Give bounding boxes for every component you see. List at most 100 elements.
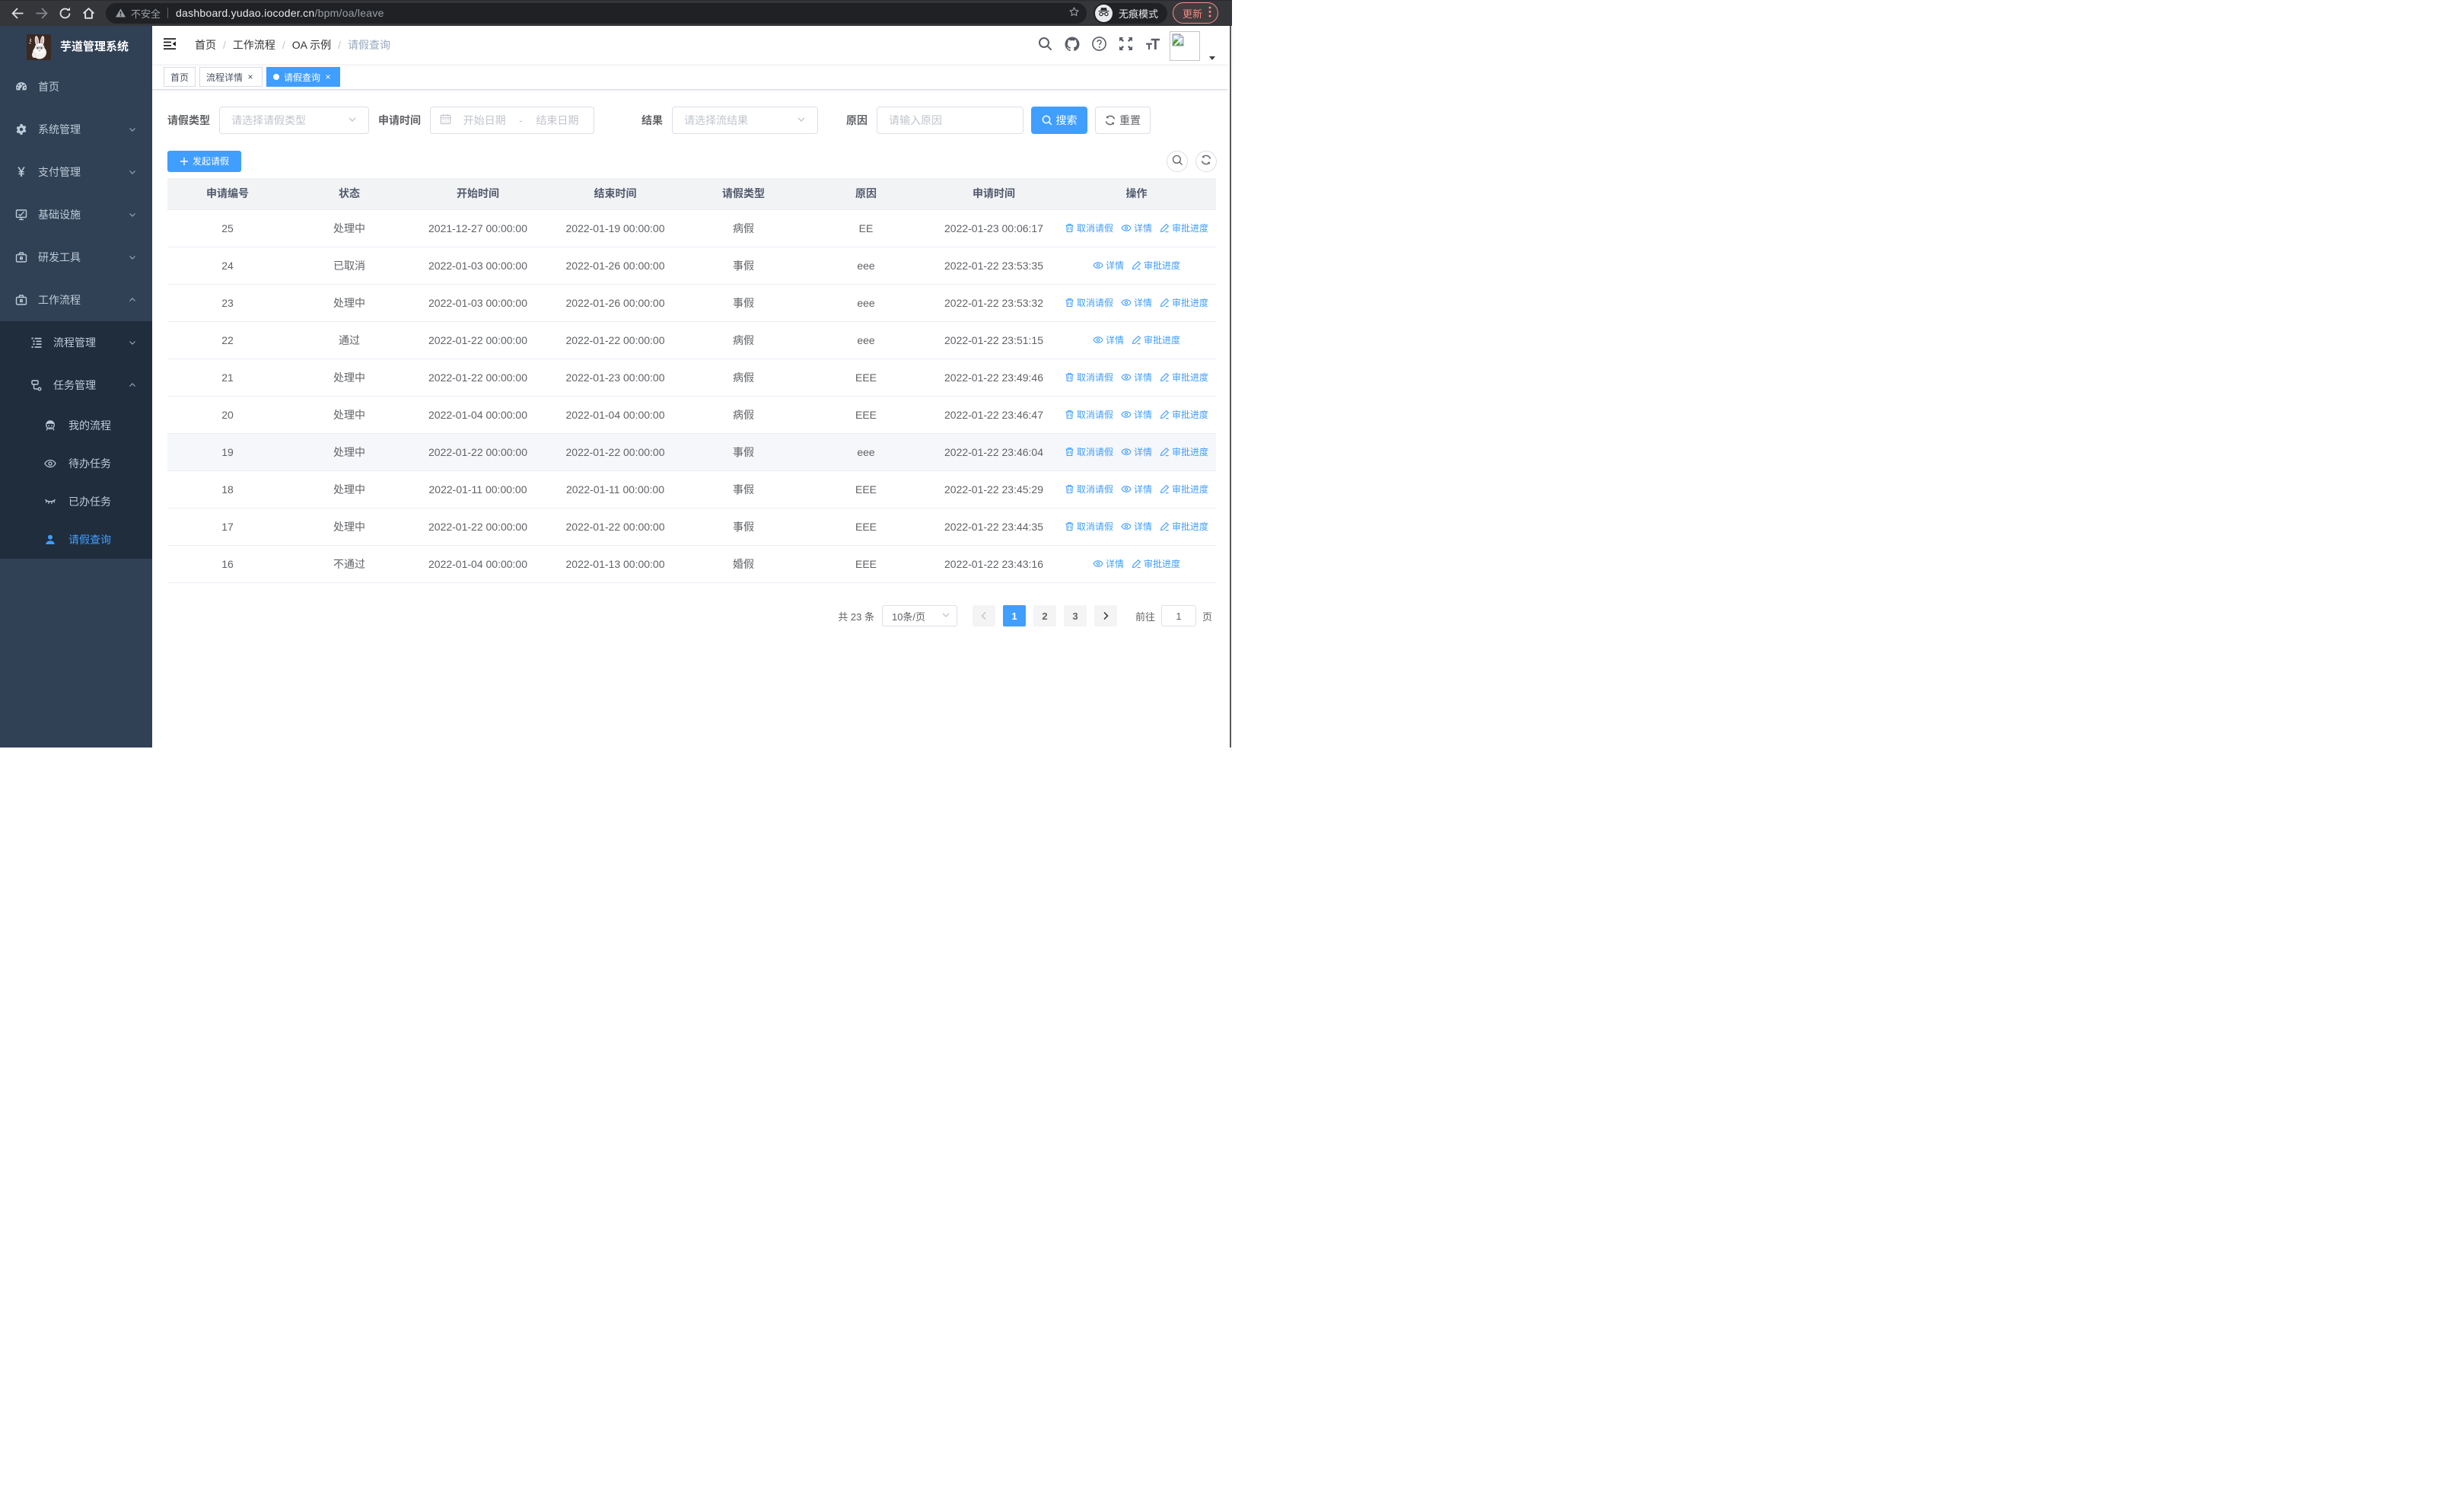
detail-link[interactable]: 详情: [1093, 557, 1124, 570]
reason-input[interactable]: 请输入原因: [877, 107, 1023, 134]
page-number-3[interactable]: 3: [1063, 605, 1087, 626]
cell-end-time: 2022-01-26 00:00:00: [545, 284, 686, 322]
approval-progress-link[interactable]: 审批进度: [1132, 333, 1180, 346]
page-number-2[interactable]: 2: [1033, 605, 1056, 626]
sidebar-item-基础设施[interactable]: 基础设施: [0, 193, 152, 236]
sidebar-item-支付管理[interactable]: 支付管理: [0, 151, 152, 193]
table-row[interactable]: 19 处理中 2022-01-22 00:00:00 2022-01-22 00:00…: [167, 433, 1216, 471]
browser-menu-icon[interactable]: [1208, 6, 1211, 20]
table-row[interactable]: 21 处理中 2022-01-22 00:00:00 2022-01-23 00:00…: [167, 359, 1216, 397]
date-start-input[interactable]: 开始日期: [456, 113, 513, 128]
date-end-input[interactable]: 结束日期: [529, 113, 586, 128]
table-row[interactable]: 20 处理中 2022-01-04 00:00:00 2022-01-04 00:00…: [167, 396, 1216, 434]
close-icon[interactable]: ×: [245, 71, 256, 83]
address-bar[interactable]: 不安全 dashboard.yudao.iocoder.cn/bpm/oa/le…: [106, 2, 1087, 24]
approval-progress-link[interactable]: 审批进度: [1160, 483, 1208, 496]
breadcrumb-item-工作流程[interactable]: 工作流程: [233, 37, 275, 53]
browser-update-button[interactable]: 更新: [1173, 2, 1219, 24]
cancel-leave-link[interactable]: 取消请假: [1065, 371, 1113, 384]
avatar[interactable]: [1170, 30, 1200, 61]
browser-reload-button[interactable]: [53, 2, 77, 24]
sidebar-item-请假查询[interactable]: 请假查询: [0, 521, 152, 559]
cancel-leave-link[interactable]: 取消请假: [1065, 296, 1113, 309]
navbar-tool-search-icon[interactable]: [1032, 26, 1059, 64]
security-indicator[interactable]: 不安全: [116, 6, 161, 21]
approval-progress-link[interactable]: 审批进度: [1132, 259, 1180, 272]
apply-time-label: 申请时间: [378, 113, 421, 128]
eye-icon: [1121, 372, 1134, 382]
tag-请假查询[interactable]: 请假查询 ×: [266, 67, 341, 87]
navbar-tool-fullscreen-icon[interactable]: [1113, 26, 1139, 64]
detail-link[interactable]: 详情: [1093, 259, 1124, 272]
sidebar-logo[interactable]: 芋道管理系统: [0, 27, 152, 65]
page-size-select[interactable]: 10条/页: [881, 605, 957, 626]
breadcrumb-item-首页[interactable]: 首页: [195, 37, 216, 53]
detail-link[interactable]: 详情: [1121, 296, 1152, 309]
table-row[interactable]: 17 处理中 2022-01-22 00:00:00 2022-01-22 00:00…: [167, 508, 1216, 546]
approval-progress-link[interactable]: 审批进度: [1132, 557, 1180, 570]
prev-page-button[interactable]: [972, 605, 995, 626]
cancel-leave-link[interactable]: 取消请假: [1065, 222, 1113, 234]
sidebar-item-任务管理[interactable]: 任务管理: [0, 364, 152, 406]
page-number-1[interactable]: 1: [1002, 605, 1026, 626]
cell-start-time: 2022-01-04 00:00:00: [411, 545, 545, 583]
jump-prefix-label: 前往: [1135, 610, 1155, 623]
leave-type-select[interactable]: 请选择请假类型: [219, 107, 369, 134]
apply-time-range-picker[interactable]: 开始日期 - 结束日期: [430, 107, 594, 134]
detail-link[interactable]: 详情: [1121, 445, 1152, 458]
navbar-tool-font-size-icon[interactable]: [1139, 26, 1167, 64]
breadcrumb-item-OA 示例[interactable]: OA 示例: [292, 37, 331, 53]
approval-progress-link[interactable]: 审批进度: [1160, 408, 1208, 421]
sidebar-item-研发工具[interactable]: 研发工具: [0, 236, 152, 279]
navbar-tool-github-icon[interactable]: [1059, 26, 1086, 64]
detail-link[interactable]: 详情: [1121, 371, 1152, 384]
table-row[interactable]: 22 通过 2022-01-22 00:00:00 2022-01-22 00:00:…: [167, 321, 1216, 359]
reset-button[interactable]: 重置: [1095, 107, 1151, 134]
result-select[interactable]: 请选择流结果: [672, 107, 818, 134]
sidebar-item-待办任务[interactable]: 待办任务: [0, 445, 152, 483]
detail-link[interactable]: 详情: [1121, 408, 1152, 421]
search-button[interactable]: 搜索: [1031, 107, 1087, 134]
detail-link[interactable]: 详情: [1121, 222, 1152, 234]
table-row[interactable]: 16 不通过 2022-01-04 00:00:00 2022-01-13 00:00…: [167, 545, 1216, 583]
table-row[interactable]: 24 已取消 2022-01-03 00:00:00 2022-01-26 00:00…: [167, 247, 1216, 285]
cancel-leave-link[interactable]: 取消请假: [1065, 520, 1113, 533]
tag-流程详情[interactable]: 流程详情 ×: [199, 67, 263, 87]
bookmark-star-icon[interactable]: [1069, 7, 1079, 19]
navbar-tool-question-icon[interactable]: [1086, 26, 1113, 64]
approval-progress-link[interactable]: 审批进度: [1160, 296, 1208, 309]
create-leave-button[interactable]: 发起请假: [167, 150, 241, 172]
approval-progress-link[interactable]: 审批进度: [1160, 445, 1208, 458]
cancel-leave-link[interactable]: 取消请假: [1065, 408, 1113, 421]
user-avatar-menu[interactable]: [1170, 30, 1215, 61]
table-row[interactable]: 25 处理中 2021-12-27 00:00:00 2022-01-19 00:00…: [167, 209, 1216, 247]
detail-link[interactable]: 详情: [1121, 520, 1152, 533]
cancel-leave-link[interactable]: 取消请假: [1065, 445, 1113, 458]
table-row[interactable]: 23 处理中 2022-01-03 00:00:00 2022-01-26 00:00…: [167, 284, 1216, 322]
browser-forward-button[interactable]: [30, 2, 53, 24]
sidebar-item-已办任务[interactable]: 已办任务: [0, 483, 152, 521]
approval-progress-link[interactable]: 审批进度: [1160, 222, 1208, 234]
cancel-leave-link[interactable]: 取消请假: [1065, 483, 1113, 496]
sidebar-item-系统管理[interactable]: 系统管理: [0, 108, 152, 151]
browser-back-button[interactable]: [6, 2, 30, 24]
close-icon[interactable]: ×: [323, 71, 333, 83]
sidebar-item-工作流程[interactable]: 工作流程: [0, 279, 152, 321]
sidebar-item-首页[interactable]: 首页: [0, 65, 152, 108]
sidebar-item-我的流程[interactable]: 我的流程: [0, 406, 152, 445]
trash-icon: [1065, 372, 1077, 382]
jump-page-input[interactable]: 1: [1160, 605, 1196, 626]
sidebar-toggle-button[interactable]: [152, 26, 187, 64]
table-row[interactable]: 18 处理中 2022-01-11 00:00:00 2022-01-11 00:00…: [167, 470, 1216, 508]
show-search-toggle-button[interactable]: [1167, 150, 1188, 172]
approval-progress-link[interactable]: 审批进度: [1160, 371, 1208, 384]
approval-progress-link[interactable]: 审批进度: [1160, 520, 1208, 533]
detail-link[interactable]: 详情: [1093, 333, 1124, 346]
tag-首页[interactable]: 首页: [164, 67, 196, 87]
browser-home-button[interactable]: [77, 2, 100, 24]
sidebar-item-流程管理[interactable]: 流程管理: [0, 321, 152, 364]
refresh-table-button[interactable]: [1195, 150, 1217, 172]
detail-link[interactable]: 详情: [1121, 483, 1152, 496]
next-page-button[interactable]: [1094, 605, 1117, 626]
cell-status: 处理中: [288, 508, 411, 546]
